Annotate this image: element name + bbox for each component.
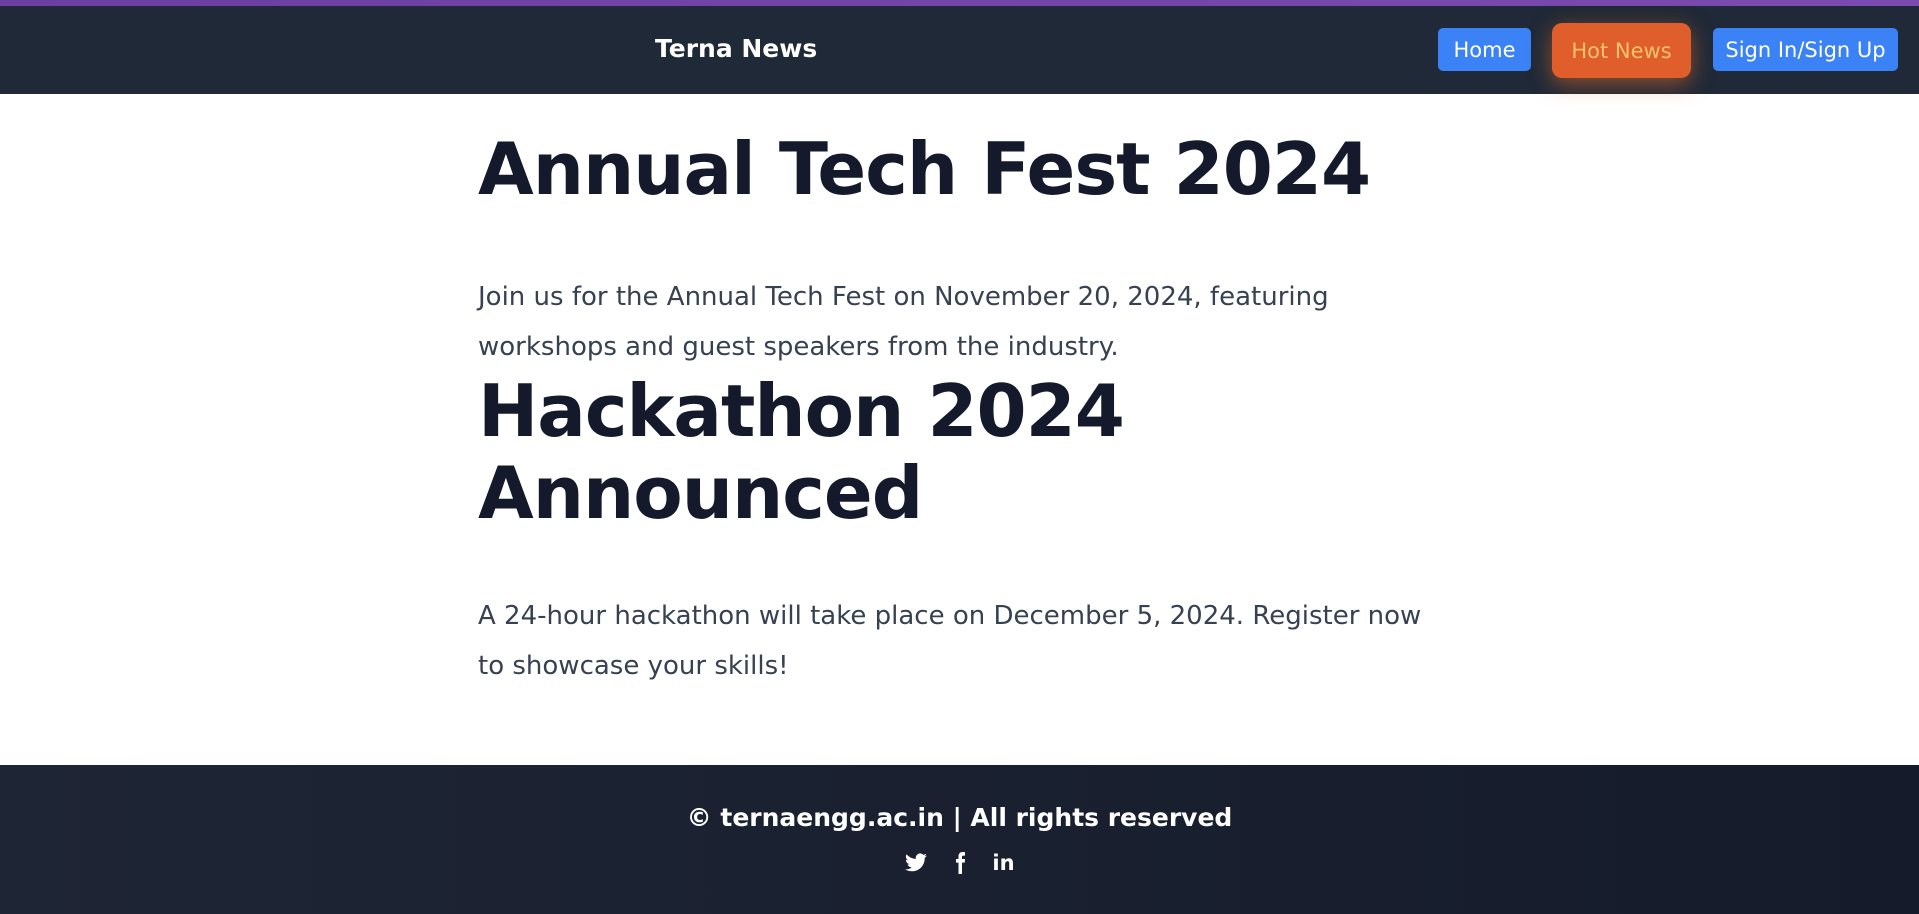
copyright-text: © ternaengg.ac.in | All rights reserved: [686, 803, 1233, 832]
home-button[interactable]: Home: [1438, 28, 1531, 71]
article-title: Annual Tech Fest 2024: [478, 127, 1371, 211]
twitter-icon[interactable]: [904, 851, 928, 875]
linkedin-icon[interactable]: in: [992, 851, 1016, 875]
article-title: Hackathon 2024 Announced: [478, 369, 1125, 535]
hot-news-button[interactable]: Hot News: [1552, 23, 1691, 78]
site-brand[interactable]: Terna News: [655, 34, 817, 63]
site-header: Terna News Home Hot News Sign In/Sign Up: [0, 6, 1919, 94]
article-body: Join us for the Annual Tech Fest on Nove…: [478, 282, 1329, 362]
linkedin-label: in: [992, 851, 1015, 875]
sign-in-button[interactable]: Sign In/Sign Up: [1713, 28, 1898, 71]
facebook-icon[interactable]: [948, 851, 972, 875]
site-footer: © ternaengg.ac.in | All rights reserved …: [0, 765, 1919, 914]
social-links: in: [0, 851, 1919, 875]
article-body: A 24-hour hackathon will take place on D…: [478, 601, 1422, 681]
